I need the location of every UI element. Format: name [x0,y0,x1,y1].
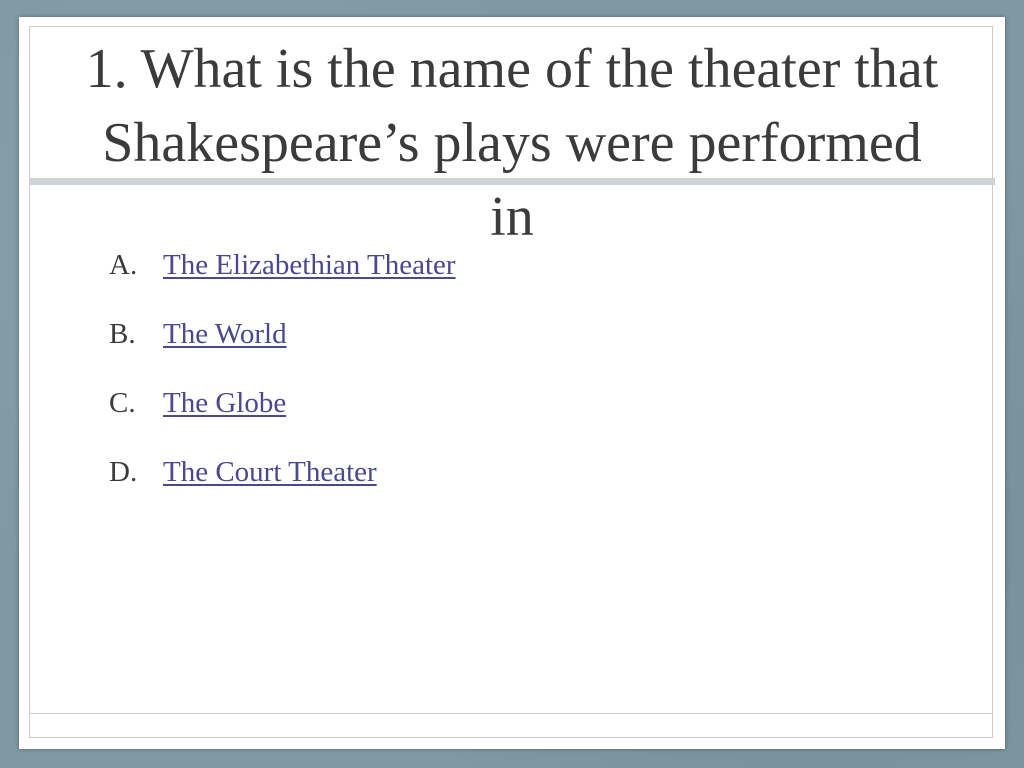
answer-letter: B. [109,318,136,350]
answer-link-c[interactable]: The Globe [163,385,286,421]
answer-option-d: D. The Court Theater [109,454,456,523]
answer-option-c: C. The Globe [109,385,456,454]
answer-option-a: A. The Elizabethian Theater [109,247,456,316]
answer-link-d[interactable]: The Court Theater [163,454,377,490]
question-title: 1. What is the name of the theater that … [85,38,939,248]
slide: 1. What is the name of the theater that … [19,17,1005,749]
answer-list: A. The Elizabethian Theater B. The World… [109,247,456,523]
answer-letter: D. [109,456,138,488]
answer-letter: C. [109,387,136,419]
answer-option-b: B. The World [109,316,456,385]
answer-link-b[interactable]: The World [163,316,287,352]
footer-divider [29,713,993,714]
